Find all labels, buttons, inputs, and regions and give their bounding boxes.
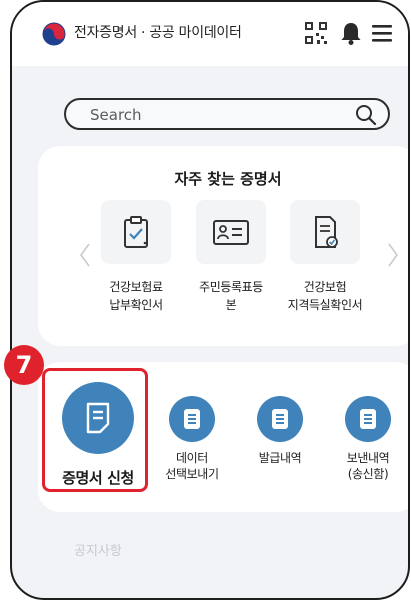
certificate-item-resident-registration[interactable]: 주민등록표등 본: [190, 200, 272, 314]
phone-frame: 전자증명서 · 공공 마이데이터 Search 자주 찾는 증명서 건강보험료 …: [10, 0, 410, 600]
document-check-icon: [315, 216, 338, 248]
frequent-certificates-card: 자주 찾는 증명서 건강보험료 납부확인서 주민등록표등 본 건강보험 지격득실…: [38, 146, 408, 346]
certificate-tile: [196, 200, 266, 264]
document-list-icon: [272, 409, 288, 429]
search-input[interactable]: Search: [64, 98, 390, 130]
sent-history-button[interactable]: 보낸내역 (송신함): [328, 396, 408, 482]
certificate-item-health-premium[interactable]: 건강보험료 납부확인서: [95, 200, 177, 314]
qr-code-icon[interactable]: [303, 20, 329, 46]
action-circle: [257, 396, 303, 442]
bell-icon[interactable]: [338, 20, 364, 46]
certificate-label: 건강보험료 납부확인서: [109, 280, 163, 312]
data-send-button[interactable]: 데이터 선택보내기: [152, 396, 232, 482]
action-label: 보낸내역 (송신함): [346, 451, 390, 481]
action-label: 데이터 선택보내기: [165, 451, 219, 481]
id-card-icon: [213, 220, 249, 245]
action-label: 발급내역: [258, 451, 302, 465]
certificate-label: 건강보험 지격득실확인서: [287, 280, 363, 312]
certificate-label: 주민등록표등 본: [199, 280, 263, 312]
chevron-right-icon[interactable]: [386, 242, 400, 268]
search-placeholder: Search: [90, 106, 142, 124]
logo-icon: [42, 22, 66, 46]
app-title: 전자증명서 · 공공 마이데이터: [74, 25, 242, 41]
next-section-title: 공지사항: [74, 544, 122, 559]
highlight-box: [42, 368, 148, 492]
hamburger-menu-icon[interactable]: [369, 20, 395, 46]
issuance-history-button[interactable]: 발급내역: [240, 396, 320, 466]
action-circle: [169, 396, 215, 442]
document-icon: [184, 409, 200, 429]
document-sent-icon: [360, 409, 376, 429]
chevron-left-icon[interactable]: [78, 242, 92, 268]
clipboard-check-icon: [124, 216, 148, 248]
certificate-tile: [290, 200, 360, 264]
certificate-tile: [101, 200, 171, 264]
certificate-item-health-insurance-eligibility[interactable]: 건강보험 지격득실확인서: [284, 200, 366, 314]
search-icon[interactable]: [354, 103, 378, 127]
app-header: 전자증명서 · 공공 마이데이터: [12, 2, 408, 66]
frequent-certificates-title: 자주 찾는 증명서: [174, 170, 282, 188]
step-badge: 7: [4, 345, 44, 385]
action-circle: [345, 396, 391, 442]
